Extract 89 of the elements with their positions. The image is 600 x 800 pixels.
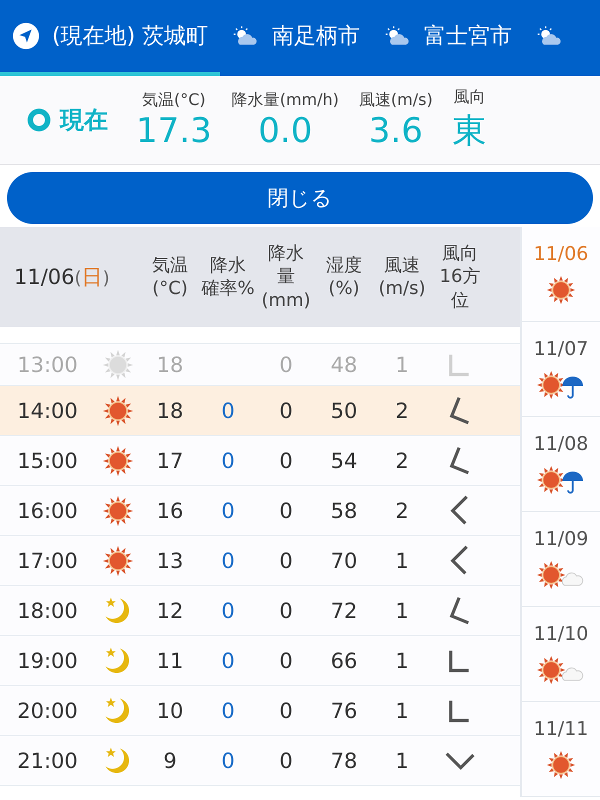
time-cell: 16:00: [17, 498, 78, 522]
sun-icon: [102, 544, 134, 576]
sun-icon: [102, 494, 134, 526]
precipitation-chance-cell: 0: [221, 498, 235, 522]
precipitation-cell: 0: [279, 648, 293, 672]
humidity-cell: 66: [330, 648, 358, 672]
temperature-cell: 11: [156, 648, 184, 672]
stat-value: 17.3: [136, 110, 212, 150]
time-cell: 13:00: [17, 352, 78, 376]
wind-speed-cell: 1: [395, 548, 409, 572]
stat-label: 気温(°C): [142, 90, 206, 110]
time-cell: 14:00: [17, 398, 78, 422]
wind-speed-cell: 2: [395, 448, 409, 472]
column-heading: 量: [277, 265, 295, 289]
column-heading: 降水: [268, 242, 304, 266]
humidity-cell: 76: [330, 698, 358, 722]
column-heading: 気温: [152, 254, 188, 277]
stat-value: 3.6: [368, 110, 423, 150]
column-heading: 降水: [210, 254, 246, 277]
humidity-cell: 48: [330, 352, 358, 376]
temperature-cell: 9: [163, 748, 177, 772]
stat-label: 風向: [454, 86, 486, 108]
precipitation-cell: 0: [279, 498, 293, 522]
column-heading: (mm): [261, 288, 311, 312]
humidity-cell: 58: [330, 498, 358, 522]
ring-icon: [26, 107, 52, 133]
precipitation-chance-cell: 0: [221, 648, 235, 672]
time-cell: 19:00: [17, 648, 78, 672]
temperature-cell: 10: [156, 698, 184, 722]
precipitation-cell: 0: [279, 598, 293, 622]
date-heading: 11/06(日): [13, 264, 111, 291]
humidity-cell: 70: [330, 548, 358, 572]
precipitation-cell: 0: [279, 448, 293, 472]
sun-icon: [546, 275, 576, 305]
wind-speed-cell: 1: [395, 648, 409, 672]
sun-icon: [546, 750, 576, 780]
close-button[interactable]: 閉じる: [7, 172, 593, 224]
precipitation-cell: 0: [279, 398, 293, 422]
precipitation-chance-cell: 0: [221, 448, 235, 472]
wind-speed-cell: 1: [395, 698, 409, 722]
column-heading: 確率%: [201, 277, 255, 300]
time-cell: 18:00: [17, 598, 78, 622]
column-heading: (m/s): [378, 277, 426, 300]
temperature-cell: 17: [156, 448, 184, 472]
city-tab[interactable]: 富士宮市: [372, 0, 524, 76]
temperature-cell: 18: [156, 352, 184, 376]
column-heading: 風向: [442, 242, 478, 266]
column-heading: (°C): [152, 277, 188, 300]
wind-speed-cell: 2: [395, 398, 409, 422]
sun-icon: [102, 444, 134, 476]
precipitation-chance-cell: 0: [221, 598, 235, 622]
temperature-cell: 13: [156, 548, 184, 572]
stat-label: 降水量(mm/h): [232, 90, 339, 110]
time-cell: 15:00: [17, 448, 78, 472]
sun-icon: [102, 394, 134, 426]
temperature-cell: 12: [156, 598, 184, 622]
city-tab[interactable]: 南足柄市: [220, 0, 372, 76]
wind-speed-cell: 1: [395, 598, 409, 622]
time-cell: 20:00: [17, 698, 78, 722]
wind-speed-cell: 2: [395, 498, 409, 522]
stat-label: 風速(m/s): [358, 90, 433, 110]
stat-value: 東: [452, 110, 487, 152]
column-heading: (%): [328, 277, 360, 300]
precipitation-chance-cell: 0: [221, 748, 235, 772]
wind-speed-cell: 1: [395, 352, 409, 376]
precipitation-chance-cell: 0: [221, 548, 235, 572]
stat-value: 0.0: [258, 110, 312, 150]
now-label: 現在: [60, 105, 108, 136]
temperature-cell: 18: [156, 398, 184, 422]
precipitation-cell: 0: [279, 352, 293, 376]
precipitation-cell: 0: [279, 548, 293, 572]
humidity-cell: 50: [330, 398, 358, 422]
humidity-cell: 78: [330, 748, 358, 772]
column-heading: 位: [451, 288, 469, 312]
wind-speed-cell: 1: [395, 748, 409, 772]
time-cell: 21:00: [17, 748, 78, 772]
precipitation-chance-cell: 0: [221, 698, 235, 722]
precipitation-cell: 0: [279, 698, 293, 722]
column-heading: 風速: [384, 254, 420, 277]
precipitation-chance-cell: 0: [221, 398, 235, 422]
column-heading: 湿度: [326, 254, 362, 277]
temperature-cell: 16: [156, 498, 184, 522]
sun-icon: [102, 348, 134, 380]
time-cell: 17:00: [17, 548, 78, 572]
forecast-row[interactable]: 14:00 18 0 0 50 2: [0, 386, 520, 436]
column-heading: 16方: [440, 265, 480, 289]
humidity-cell: 54: [330, 448, 358, 472]
humidity-cell: 72: [330, 598, 358, 622]
precipitation-cell: 0: [279, 748, 293, 772]
